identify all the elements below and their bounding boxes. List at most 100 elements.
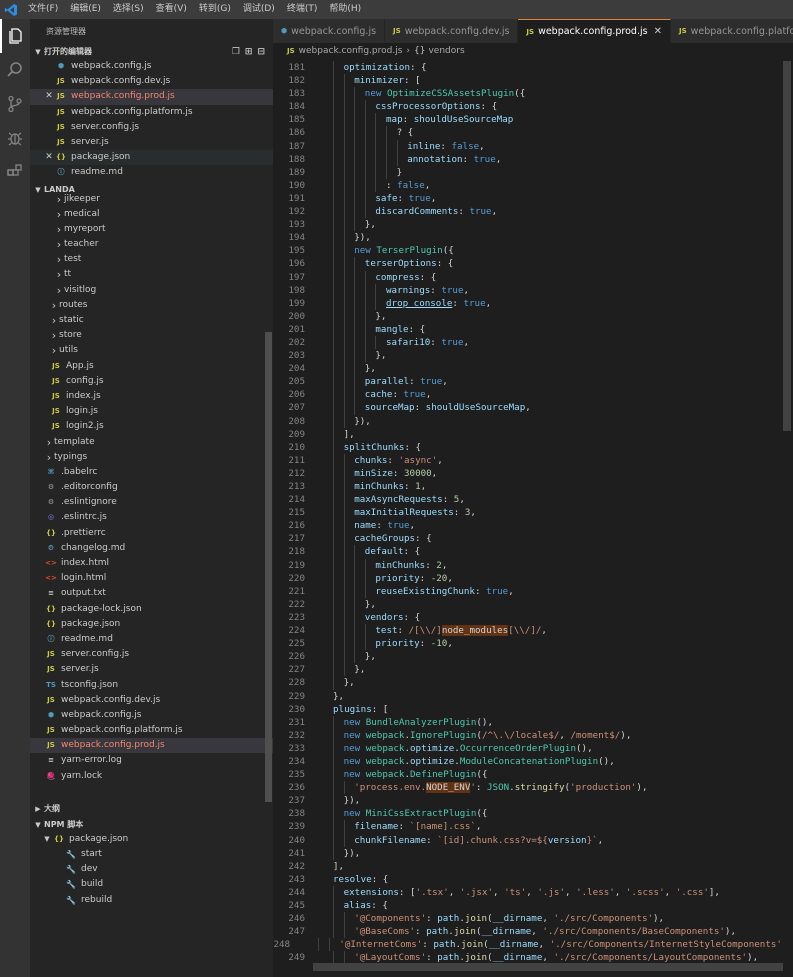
- file-item[interactable]: ≡ output.txt: [30, 586, 273, 601]
- code-token: :: [453, 507, 465, 519]
- file-item[interactable]: ⏲ changelog.md: [30, 541, 273, 556]
- search-icon[interactable]: [0, 53, 30, 87]
- editor-scrollbar-thumb[interactable]: [783, 61, 791, 431]
- open-editor-item[interactable]: ✕{} package.json: [30, 150, 273, 166]
- code-line: 202 safari10: true,: [273, 335, 793, 350]
- folder-item[interactable]: › static: [30, 313, 273, 328]
- folder-item[interactable]: › myreport: [30, 222, 273, 237]
- horizontal-scrollbar-thumb[interactable]: [313, 963, 783, 971]
- folder-item[interactable]: › medical: [30, 207, 273, 222]
- folder-item[interactable]: › jikeeper: [30, 192, 273, 207]
- menu-item[interactable]: 编辑(E): [64, 0, 107, 19]
- menu-item[interactable]: 查看(V): [150, 0, 193, 19]
- file-item[interactable]: {} package-lock.json: [30, 602, 273, 617]
- close-icon[interactable]: ✕: [44, 150, 54, 165]
- file-item[interactable]: JS index.js: [30, 389, 273, 404]
- file-item[interactable]: ⚙ .eslintignore: [30, 495, 273, 510]
- file-item[interactable]: JS config.js: [30, 374, 273, 389]
- folder-item[interactable]: › test: [30, 252, 273, 267]
- sidebar-scrollbar[interactable]: [265, 332, 272, 802]
- file-item[interactable]: JS webpack.config.prod.js: [30, 738, 273, 754]
- npm-package-item[interactable]: ▼ {} package.json: [30, 832, 273, 847]
- open-editor-item[interactable]: ⓘ readme.md: [30, 165, 273, 180]
- indent-guide: [354, 349, 356, 363]
- npm-script-item[interactable]: 🔧 start: [30, 847, 273, 862]
- menu-item[interactable]: 转到(G): [193, 0, 237, 19]
- breadcrumb-file[interactable]: webpack.config.prod.js: [299, 43, 403, 60]
- menu-item[interactable]: 终端(T): [281, 0, 324, 19]
- npm-scripts-header[interactable]: ▼ NPM 脚本: [30, 818, 273, 832]
- open-editor-item[interactable]: ✕ JS webpack.config.prod.js: [30, 89, 273, 105]
- editor-scrollbar-track[interactable]: [781, 61, 793, 977]
- code-token: /^\.\/locale$/: [481, 729, 560, 741]
- npm-script-item[interactable]: 🔧 build: [30, 877, 273, 892]
- file-item[interactable]: TS tsconfig.json: [30, 678, 273, 693]
- file-item[interactable]: <> index.html: [30, 556, 273, 571]
- menu-item[interactable]: 帮助(H): [323, 0, 367, 19]
- editor-tab[interactable]: JS webpack.config.dev.js: [385, 19, 519, 43]
- file-item[interactable]: ⌘ .babelrc: [30, 465, 273, 480]
- file-item[interactable]: JS webpack.config.platform.js: [30, 723, 273, 738]
- outline-header[interactable]: ▶ 大纲: [30, 802, 273, 816]
- close-icon[interactable]: ✕: [654, 26, 662, 37]
- file-item[interactable]: 🧶 yarn.lock: [30, 769, 273, 784]
- source-control-icon[interactable]: [0, 87, 30, 121]
- folder-item[interactable]: › typings: [30, 450, 273, 465]
- file-item[interactable]: ⬢ webpack.config.js: [30, 708, 273, 723]
- file-item[interactable]: JS webpack.config.dev.js: [30, 693, 273, 708]
- save-all-icon[interactable]: ❐: [232, 45, 240, 59]
- editor-tab[interactable]: ⬢ webpack.config.js: [273, 19, 386, 43]
- close-all-icon[interactable]: ⊟: [257, 45, 265, 59]
- file-item[interactable]: JS login2.js: [30, 419, 273, 434]
- file-item[interactable]: {} package.json: [30, 617, 273, 632]
- open-editor-item[interactable]: JS webpack.config.platform.js: [30, 105, 273, 120]
- file-item[interactable]: JS login.js: [30, 404, 273, 419]
- menu-item[interactable]: 文件(F): [22, 0, 64, 19]
- line-number: 213: [288, 481, 305, 492]
- code-token: maxInitialRequests: [354, 507, 454, 519]
- file-item[interactable]: ⚙ .editorconfig: [30, 480, 273, 495]
- file-item[interactable]: ≡ yarn-error.log: [30, 753, 273, 768]
- file-item[interactable]: ⓘ readme.md: [30, 632, 273, 647]
- file-item[interactable]: <> login.html: [30, 571, 273, 586]
- code-token: :: [392, 467, 404, 479]
- open-editor-item[interactable]: JS webpack.config.dev.js: [30, 74, 273, 89]
- folder-item[interactable]: › routes: [30, 298, 273, 313]
- code-editor[interactable]: 181 optimization: {182 minimizer: [183 new …: [273, 61, 793, 977]
- open-editor-item[interactable]: JS server.js: [30, 135, 273, 150]
- extensions-icon[interactable]: [0, 155, 30, 189]
- folder-item[interactable]: › template: [30, 435, 273, 450]
- code-token: annotation: [407, 153, 463, 165]
- code-line: 219 minChunks: 2,: [273, 558, 793, 572]
- folder-item[interactable]: › utils: [30, 343, 273, 358]
- breadcrumb-symbol[interactable]: vendors: [428, 43, 464, 60]
- open-editors-header[interactable]: ▼ 打开的编辑器 ❐ ⊞ ⊟: [30, 45, 273, 59]
- npm-script-item[interactable]: 🔧 dev: [30, 862, 273, 877]
- new-file-icon[interactable]: ⊞: [245, 45, 253, 59]
- menu-item[interactable]: 调试(D): [237, 0, 281, 19]
- open-editor-item[interactable]: JS server.config.js: [30, 120, 273, 135]
- code-text: new TerserPlugin({: [305, 244, 454, 258]
- horizontal-scrollbar[interactable]: [273, 963, 793, 971]
- line-number: 235: [288, 769, 305, 781]
- code-token: ,: [447, 572, 453, 584]
- file-item[interactable]: JS App.js: [30, 359, 273, 374]
- folder-item[interactable]: › tt: [30, 267, 273, 282]
- code-token: ,: [485, 297, 492, 309]
- folder-item[interactable]: › store: [30, 328, 273, 343]
- folder-item[interactable]: › teacher: [30, 237, 273, 252]
- open-editor-item[interactable]: ⬢ webpack.config.js: [30, 59, 273, 74]
- file-item[interactable]: JS server.js: [30, 662, 273, 677]
- explorer-icon[interactable]: [0, 19, 30, 53]
- npm-script-item[interactable]: 🔧 rebuild: [30, 893, 273, 908]
- file-item[interactable]: ◎ .eslintrc.js: [30, 510, 273, 525]
- close-icon[interactable]: ✕: [44, 89, 54, 104]
- line-number: 199: [288, 297, 305, 309]
- folder-item[interactable]: › visitlog: [30, 283, 273, 298]
- editor-tab[interactable]: JS webpack.config.prod.js ✕: [518, 19, 671, 43]
- file-item[interactable]: {} .prettierrc: [30, 526, 273, 541]
- menu-item[interactable]: 选择(S): [107, 0, 150, 19]
- editor-tab[interactable]: JSwebpack.config.platform.js: [670, 19, 793, 43]
- file-item[interactable]: JS server.config.js: [30, 647, 273, 662]
- debug-icon[interactable]: [0, 121, 30, 155]
